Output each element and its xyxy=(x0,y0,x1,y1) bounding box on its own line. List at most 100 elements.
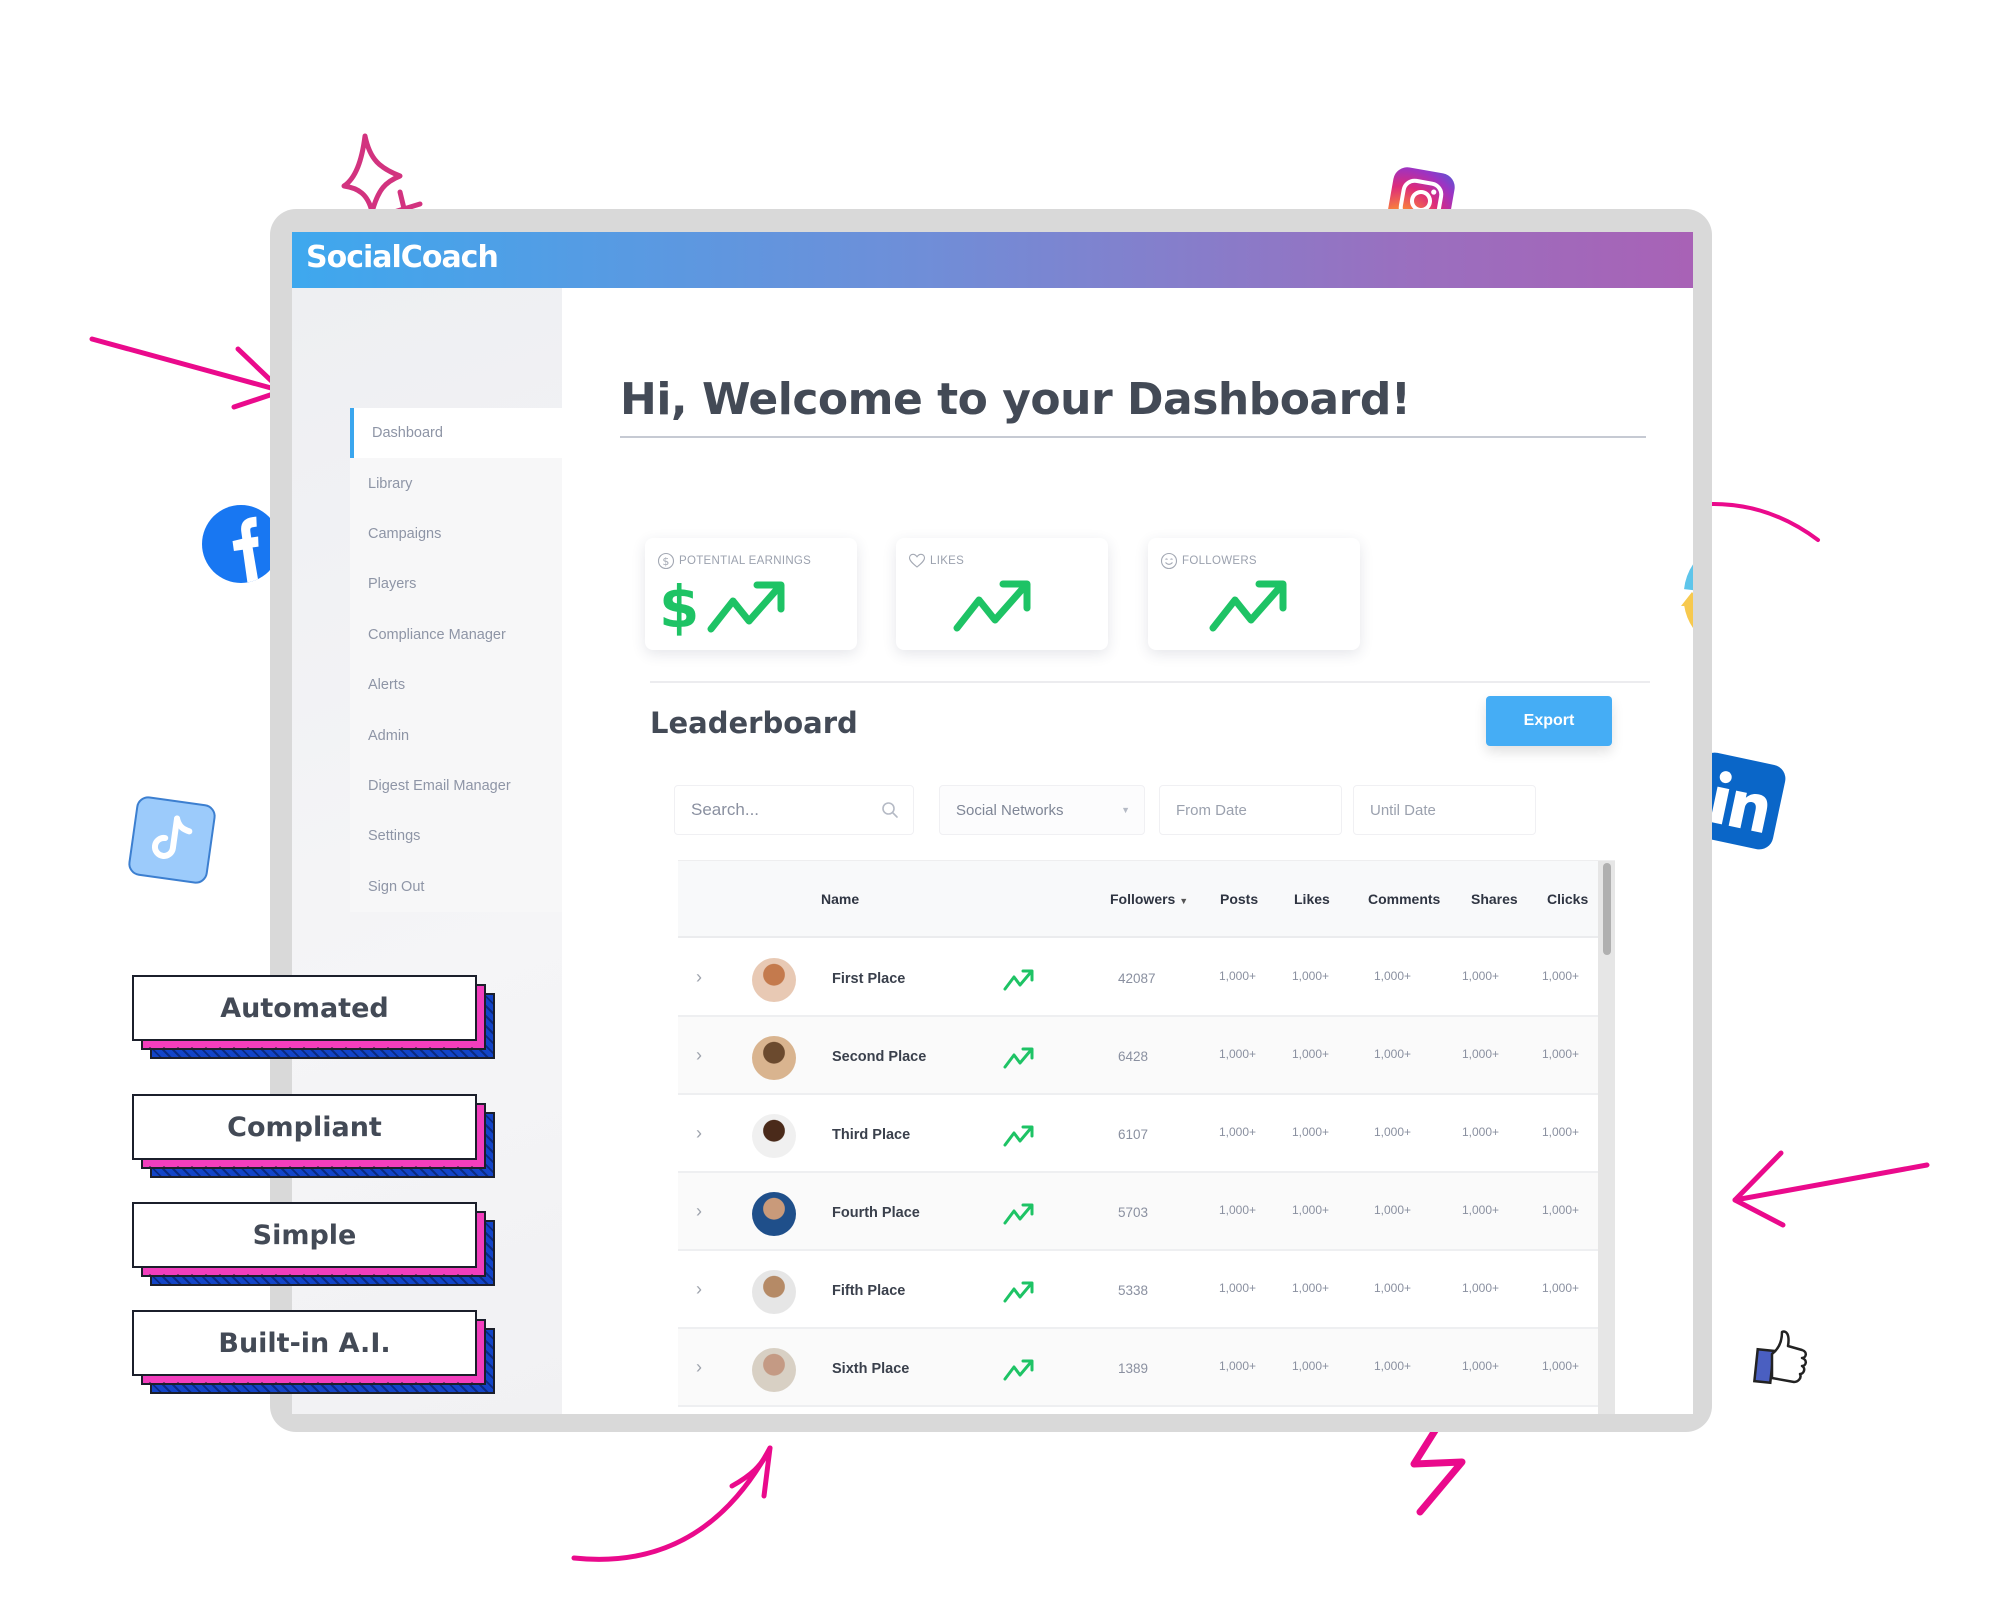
shares-value: 1,000+ xyxy=(1462,969,1500,983)
shares-value: 1,000+ xyxy=(1462,1281,1500,1295)
player-name[interactable]: Sixth Place xyxy=(832,1361,909,1377)
expand-chevron-icon[interactable]: › xyxy=(696,967,702,988)
shares-value: 1,000+ xyxy=(1462,1203,1500,1217)
facebook-icon xyxy=(202,505,280,583)
col-comments[interactable]: Comments xyxy=(1368,891,1440,907)
feature-tag-simple: Simple xyxy=(132,1202,495,1286)
sidebar-item-compliance-manager[interactable]: Compliance Manager xyxy=(350,610,562,660)
likes-value: 1,000+ xyxy=(1292,1359,1330,1373)
shares-value: 1,000+ xyxy=(1462,1125,1500,1139)
card-label: FOLLOWERS xyxy=(1182,555,1257,567)
table-row[interactable]: › Third Place 6107 1,000+ 1,000+ 1,000+ 1,000+… xyxy=(678,1095,1598,1173)
comments-value: 1,000+ xyxy=(1374,1281,1412,1295)
expand-chevron-icon[interactable]: › xyxy=(696,1201,702,1222)
trend-up-icon xyxy=(953,580,1031,632)
table-row[interactable]: › Second Place 6428 1,000+ 1,000+ 1,000+ 1,000… xyxy=(678,1017,1598,1095)
card-followers[interactable]: FOLLOWERS xyxy=(1148,538,1360,650)
until-date-placeholder: Until Date xyxy=(1370,801,1436,819)
col-name[interactable]: Name xyxy=(821,891,859,907)
expand-chevron-icon[interactable]: › xyxy=(696,1123,702,1144)
sidebar-item-players[interactable]: Players xyxy=(350,559,562,609)
likes-value: 1,000+ xyxy=(1292,1203,1330,1217)
tiktok-icon xyxy=(126,794,218,886)
until-date-input[interactable]: Until Date xyxy=(1353,785,1536,835)
sidebar-item-library[interactable]: Library xyxy=(350,458,562,508)
player-name[interactable]: Fifth Place xyxy=(832,1283,905,1299)
comments-value: 1,000+ xyxy=(1374,1203,1412,1217)
avatar xyxy=(752,1348,796,1392)
col-clicks[interactable]: Clicks xyxy=(1547,891,1588,907)
col-posts[interactable]: Posts xyxy=(1220,891,1258,907)
shares-value: 1,000+ xyxy=(1462,1359,1500,1373)
app-logo[interactable]: SocialCoach xyxy=(306,240,499,275)
dollar-symbol: $ xyxy=(659,573,700,641)
card-label: LIKES xyxy=(930,555,965,567)
export-button[interactable]: Export xyxy=(1486,696,1612,746)
posts-value: 1,000+ xyxy=(1219,1359,1257,1373)
from-date-placeholder: From Date xyxy=(1176,801,1247,819)
col-followers[interactable]: Followers ▼ xyxy=(1110,891,1188,907)
feature-tag-automated: Automated xyxy=(132,975,495,1059)
trend-up-icon xyxy=(1003,1359,1034,1381)
expand-chevron-icon[interactable]: › xyxy=(696,1045,702,1066)
smile-icon xyxy=(1160,552,1178,570)
player-name[interactable]: Fourth Place xyxy=(832,1205,920,1221)
social-networks-select[interactable]: Social Networks ▼ xyxy=(939,785,1145,835)
followers-value: 5703 xyxy=(1118,1205,1149,1220)
trend-up-icon xyxy=(1209,580,1287,632)
dollar-circle-icon: $ xyxy=(657,552,675,570)
comments-value: 1,000+ xyxy=(1374,1359,1412,1373)
followers-value: 5338 xyxy=(1118,1283,1149,1298)
sidebar-item-settings[interactable]: Settings xyxy=(350,811,562,861)
table-row[interactable]: › Fourth Place 5703 1,000+ 1,000+ 1,000+ 1,000… xyxy=(678,1173,1598,1251)
trend-up-icon xyxy=(1003,1281,1034,1303)
trend-up-icon xyxy=(707,581,785,633)
player-name[interactable]: Second Place xyxy=(832,1049,926,1065)
search-placeholder: Search... xyxy=(691,800,760,819)
player-name[interactable]: First Place xyxy=(832,971,905,987)
posts-value: 1,000+ xyxy=(1219,969,1257,983)
expand-chevron-icon[interactable]: › xyxy=(696,1279,702,1300)
trend-up-icon xyxy=(1003,1125,1034,1147)
col-shares[interactable]: Shares xyxy=(1471,891,1518,907)
search-icon xyxy=(882,802,898,818)
expand-chevron-icon[interactable]: › xyxy=(696,1357,702,1378)
followers-value: 42087 xyxy=(1118,971,1156,986)
followers-value: 6428 xyxy=(1118,1049,1149,1064)
sidebar-item-admin[interactable]: Admin xyxy=(350,710,562,760)
sidebar-item-digest-email-manager[interactable]: Digest Email Manager xyxy=(350,761,562,811)
table-row[interactable]: › Fifth Place 5338 1,000+ 1,000+ 1,000+ 1,000+… xyxy=(678,1251,1598,1329)
followers-value: 6107 xyxy=(1118,1127,1149,1142)
avatar xyxy=(752,1270,796,1314)
table-row[interactable]: › First Place 42087 1,000+ 1,000+ 1,000+ 1,000… xyxy=(678,939,1598,1017)
clicks-value: 1,000+ xyxy=(1542,1047,1580,1061)
search-input[interactable]: Search... xyxy=(674,785,914,835)
scrollbar-thumb[interactable] xyxy=(1603,863,1611,955)
from-date-input[interactable]: From Date xyxy=(1159,785,1342,835)
card-likes[interactable]: LIKES xyxy=(896,538,1108,650)
likes-value: 1,000+ xyxy=(1292,969,1330,983)
table-scrollbar[interactable] xyxy=(1598,861,1615,1414)
arrow-left-icon xyxy=(1732,1150,1930,1228)
card-label: POTENTIAL EARNINGS xyxy=(679,555,812,567)
card-potential-earnings[interactable]: $ POTENTIAL EARNINGS $ xyxy=(645,538,857,650)
comments-value: 1,000+ xyxy=(1374,1125,1412,1139)
posts-value: 1,000+ xyxy=(1219,1047,1257,1061)
sidebar-menu: Dashboard Library Campaigns Players Comp… xyxy=(350,408,562,912)
arrow-right-icon xyxy=(89,336,285,410)
table-row[interactable]: › Sixth Place 1389 1,000+ 1,000+ 1,000+ 1,000+… xyxy=(678,1329,1598,1407)
likes-value: 1,000+ xyxy=(1292,1047,1330,1061)
sidebar-item-campaigns[interactable]: Campaigns xyxy=(350,509,562,559)
posts-value: 1,000+ xyxy=(1219,1125,1257,1139)
col-likes[interactable]: Likes xyxy=(1294,891,1330,907)
shares-value: 1,000+ xyxy=(1462,1047,1500,1061)
player-name[interactable]: Third Place xyxy=(832,1127,910,1143)
svg-text:$: $ xyxy=(662,555,669,568)
sidebar-item-sign-out[interactable]: Sign Out xyxy=(350,862,562,912)
main-content: Hi, Welcome to your Dashboard! $ POTENTI… xyxy=(562,288,1693,1414)
avatar xyxy=(752,958,796,1002)
avatar xyxy=(752,1036,796,1080)
sidebar-item-alerts[interactable]: Alerts xyxy=(350,660,562,710)
cycle-icon xyxy=(1681,564,1693,628)
sidebar-item-dashboard[interactable]: Dashboard xyxy=(350,408,562,459)
